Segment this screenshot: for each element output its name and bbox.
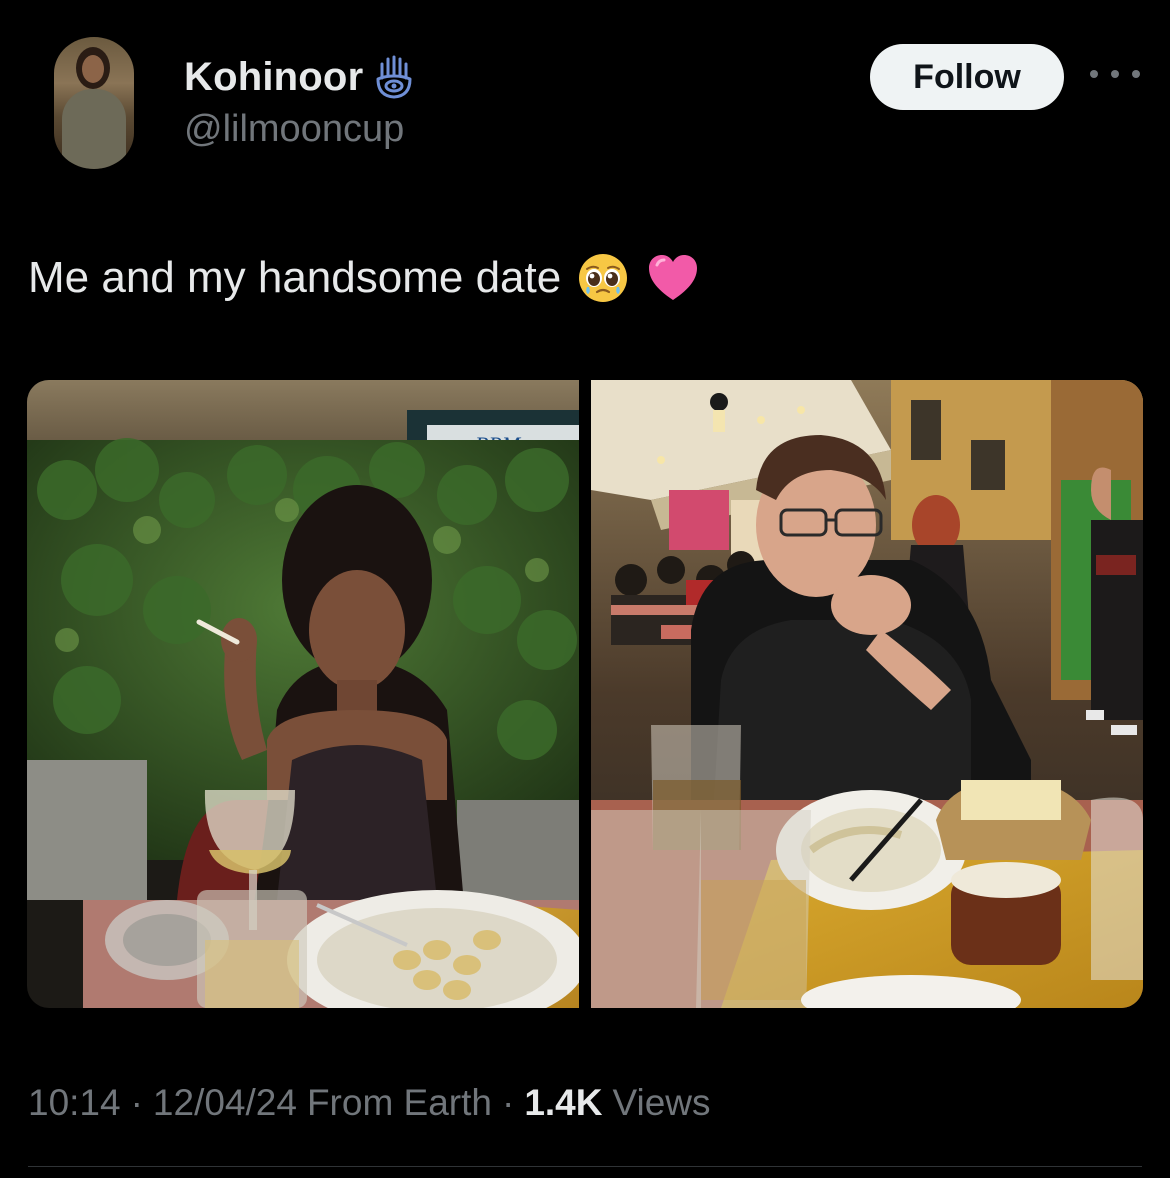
tweet-text-content: Me and my handsome date [28,253,562,302]
photo-woman-at-table-icon: BPM [27,380,579,1008]
photo-right[interactable] [591,380,1143,1008]
more-dot [1111,70,1119,78]
author-display-name[interactable]: Kohinoor [184,55,363,100]
tweet-location: From Earth [306,1082,492,1123]
tweet-meta: 10:14 · 12/04/24 From Earth · 1.4K Views [28,1082,711,1124]
follow-button[interactable]: Follow [870,44,1064,110]
avatar-face-shape [82,55,104,83]
author-handle[interactable]: @lilmooncup [184,108,404,151]
more-dot [1090,70,1098,78]
divider [28,1166,1142,1167]
photo-left[interactable]: BPM [27,380,579,1008]
more-dot [1132,70,1140,78]
meta-separator: · [502,1082,515,1123]
avatar[interactable] [54,37,134,169]
author-name-row[interactable]: Kohinoor [184,52,415,102]
tweet-date[interactable]: 12/04/24 [153,1082,297,1124]
photo-man-at-table-icon [591,380,1143,1008]
avatar-torso-shape [62,89,126,169]
meta-separator: · [130,1082,143,1123]
pleading-face-emoji [575,250,631,306]
pink-heart-emoji [645,250,701,306]
views-label: Views [612,1082,711,1123]
hamsa-hand-icon [373,54,415,100]
tweet-text: Me and my handsome date [28,250,701,306]
tweet-time[interactable]: 10:14 [28,1082,121,1124]
more-options-icon[interactable] [1090,62,1140,86]
views-count[interactable]: 1.4K [524,1082,602,1124]
